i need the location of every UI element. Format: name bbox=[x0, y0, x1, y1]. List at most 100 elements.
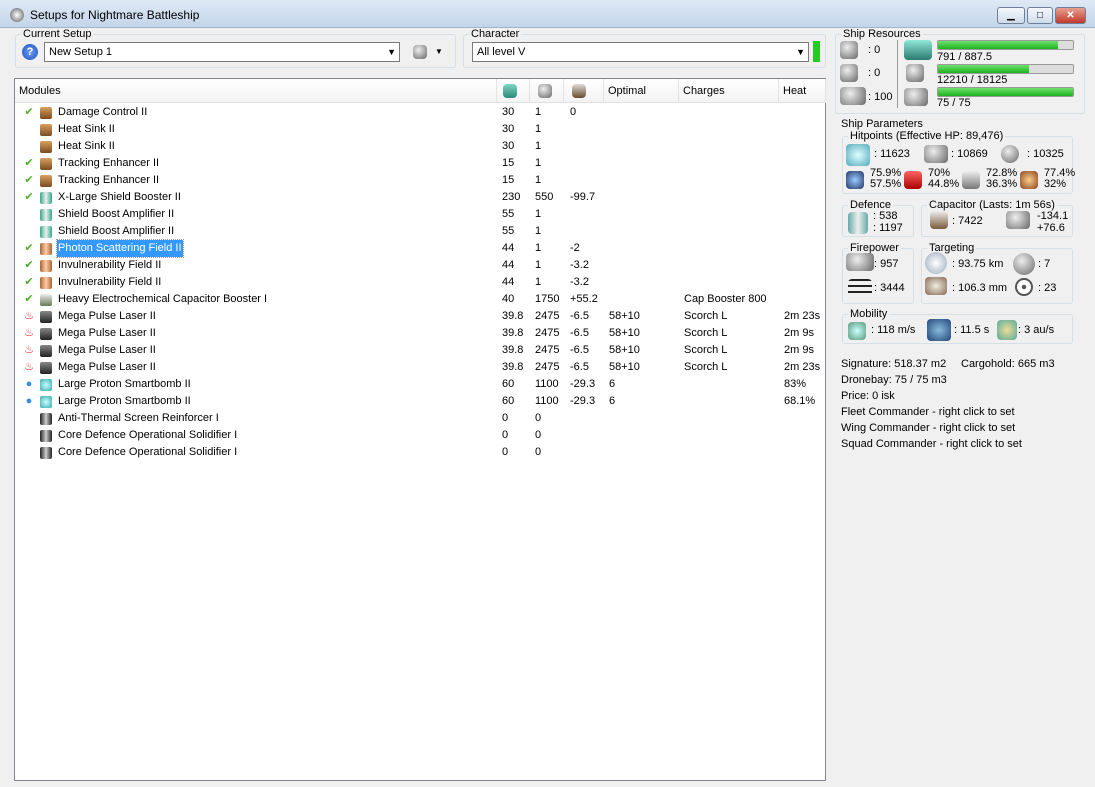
overheat-icon[interactable]: ♨ bbox=[23, 342, 35, 359]
check-icon[interactable]: ✔ bbox=[23, 172, 35, 189]
module-row[interactable]: ✔ Tracking Enhancer II 15 1 bbox=[15, 155, 825, 172]
module-cap: -6.5 bbox=[570, 327, 589, 339]
active-icon[interactable]: ● bbox=[23, 376, 35, 393]
active-icon[interactable]: ● bbox=[23, 393, 35, 410]
module-charges: Cap Booster 800 bbox=[684, 293, 767, 305]
module-icon bbox=[40, 141, 52, 153]
module-row[interactable]: ✔ Invulnerability Field II 44 1 -3.2 bbox=[15, 257, 825, 274]
module-row[interactable]: ● Large Proton Smartbomb II 60 1100 -29.3 6 83… bbox=[15, 376, 825, 393]
module-cap: -29.3 bbox=[570, 395, 596, 407]
velocity-icon bbox=[848, 322, 866, 340]
module-cpu: 39.8 bbox=[502, 344, 524, 356]
powergrid-icon bbox=[906, 64, 924, 82]
structure-icon bbox=[1001, 145, 1019, 163]
setup-select[interactable]: New Setup 1 ▼ bbox=[44, 42, 400, 62]
module-row[interactable]: ♨ Mega Pulse Laser II 39.8 2475 -6.5 58+10 Sco… bbox=[15, 359, 825, 376]
module-row[interactable]: Shield Boost Amplifier II 55 1 bbox=[15, 206, 825, 223]
module-pg: 1 bbox=[535, 123, 542, 135]
powergrid-icon bbox=[538, 84, 552, 98]
character-status-indicator bbox=[813, 41, 820, 62]
module-pg: 0 bbox=[535, 412, 542, 424]
dronebay: Dronebay: 75 / 75 m3 bbox=[841, 374, 947, 386]
column-heat[interactable]: Heat bbox=[779, 79, 826, 103]
scan-resolution-icon bbox=[1015, 278, 1033, 296]
check-icon[interactable]: ✔ bbox=[23, 240, 35, 257]
module-row[interactable]: Heat Sink II 30 1 bbox=[15, 121, 825, 138]
module-name: X-Large Shield Booster II bbox=[58, 191, 181, 203]
turret-dps-icon bbox=[846, 253, 874, 271]
module-icon bbox=[40, 430, 52, 442]
overheat-icon[interactable]: ♨ bbox=[23, 359, 35, 376]
module-charges: Scorch L bbox=[684, 310, 728, 322]
volley-value: : 3444 bbox=[874, 282, 905, 294]
targeting-range-icon bbox=[925, 252, 947, 274]
module-row[interactable]: Anti-Thermal Screen Reinforcer I 0 0 bbox=[15, 410, 825, 427]
maximize-button[interactable]: □ bbox=[1027, 7, 1053, 24]
check-icon[interactable]: ✔ bbox=[23, 291, 35, 308]
module-cpu: 15 bbox=[502, 174, 515, 186]
module-optimal: 58+10 bbox=[609, 361, 640, 373]
close-button[interactable]: ✕ bbox=[1055, 7, 1086, 24]
minimize-button[interactable]: ▁ bbox=[997, 7, 1025, 24]
overheat-icon[interactable]: ♨ bbox=[23, 308, 35, 325]
character-select[interactable]: All level V ▼ bbox=[472, 42, 809, 62]
module-pg: 0 bbox=[535, 429, 542, 441]
shield-icon bbox=[846, 144, 870, 166]
module-row[interactable]: ● Large Proton Smartbomb II 60 1100 -29.3 6 68… bbox=[15, 393, 825, 410]
module-cpu: 39.8 bbox=[502, 361, 524, 373]
turret-hardpoint-icon bbox=[840, 41, 858, 59]
column-capacitor[interactable] bbox=[564, 79, 604, 103]
module-optimal: 58+10 bbox=[609, 327, 640, 339]
module-row[interactable]: ✔ Tracking Enhancer II 15 1 bbox=[15, 172, 825, 189]
module-icon bbox=[40, 396, 52, 408]
fleet-commander[interactable]: Fleet Commander - right click to set bbox=[841, 406, 1015, 419]
module-row[interactable]: ✔ X-Large Shield Booster II 230 550 -99.7 bbox=[15, 189, 825, 206]
column-optimal[interactable]: Optimal bbox=[604, 79, 679, 103]
module-row[interactable]: ✔ Invulnerability Field II 44 1 -3.2 bbox=[15, 274, 825, 291]
column-cpu[interactable] bbox=[497, 79, 530, 103]
drone-tools-button[interactable]: ▼ bbox=[413, 45, 445, 61]
module-row[interactable]: ✔ Photon Scattering Field II 44 1 -2 bbox=[15, 239, 825, 258]
module-icon bbox=[40, 158, 52, 170]
module-cpu: 0 bbox=[502, 412, 509, 424]
module-row[interactable]: ✔ Damage Control II 30 1 0 bbox=[15, 104, 825, 121]
module-row[interactable]: Core Defence Operational Solidifier I 0 0 bbox=[15, 427, 825, 444]
column-powergrid[interactable] bbox=[530, 79, 564, 103]
explosive-resist-b: 32% bbox=[1044, 178, 1067, 190]
module-name: Anti-Thermal Screen Reinforcer I bbox=[58, 412, 219, 424]
column-charges[interactable]: Charges bbox=[679, 79, 779, 103]
module-row[interactable]: ♨ Mega Pulse Laser II 39.8 2475 -6.5 58+10 Sco… bbox=[15, 308, 825, 325]
check-icon[interactable]: ✔ bbox=[23, 104, 35, 121]
check-icon[interactable]: ✔ bbox=[23, 189, 35, 206]
armor-hp: : 10869 bbox=[951, 148, 988, 160]
module-row[interactable]: ♨ Mega Pulse Laser II 39.8 2475 -6.5 58+10 Sco… bbox=[15, 342, 825, 359]
module-pg: 1100 bbox=[535, 378, 559, 390]
capacitor-amount: : 7422 bbox=[952, 215, 983, 227]
structure-hp: : 10325 bbox=[1027, 148, 1064, 160]
question-icon[interactable]: ? bbox=[22, 44, 38, 60]
chevron-down-icon: ▼ bbox=[387, 47, 396, 57]
drone-bandwidth-icon bbox=[904, 88, 928, 106]
module-row[interactable]: Core Defence Operational Solidifier I 0 0 bbox=[15, 444, 825, 461]
modules-header: Modules Optimal Charges Heat bbox=[15, 79, 826, 103]
module-heat: 68.1% bbox=[784, 395, 816, 407]
modules-list[interactable]: Modules Optimal Charges Heat ✔ Damage Con… bbox=[14, 78, 826, 781]
module-cap: +55.2 bbox=[570, 293, 598, 305]
check-icon[interactable]: ✔ bbox=[23, 257, 35, 274]
squad-commander[interactable]: Squad Commander - right click to set bbox=[841, 438, 1022, 451]
check-icon[interactable]: ✔ bbox=[23, 274, 35, 291]
check-icon[interactable]: ✔ bbox=[23, 155, 35, 172]
module-row[interactable]: Shield Boost Amplifier II 55 1 bbox=[15, 223, 825, 240]
overheat-icon[interactable]: ♨ bbox=[23, 325, 35, 342]
module-name: Photon Scattering Field II bbox=[56, 239, 184, 258]
module-cpu: 15 bbox=[502, 157, 515, 169]
wing-commander[interactable]: Wing Commander - right click to set bbox=[841, 422, 1015, 435]
character-value: All level V bbox=[477, 46, 526, 58]
module-row[interactable]: Heat Sink II 30 1 bbox=[15, 138, 825, 155]
module-icon bbox=[40, 379, 52, 391]
velocity-value: : 118 m/s bbox=[871, 324, 916, 336]
em-resist-b: 57.5% bbox=[870, 178, 902, 190]
module-row[interactable]: ♨ Mega Pulse Laser II 39.8 2475 -6.5 58+10 Sco… bbox=[15, 325, 825, 342]
column-modules[interactable]: Modules bbox=[15, 79, 497, 103]
module-row[interactable]: ✔ Heavy Electrochemical Capacitor Booster… bbox=[15, 291, 825, 308]
